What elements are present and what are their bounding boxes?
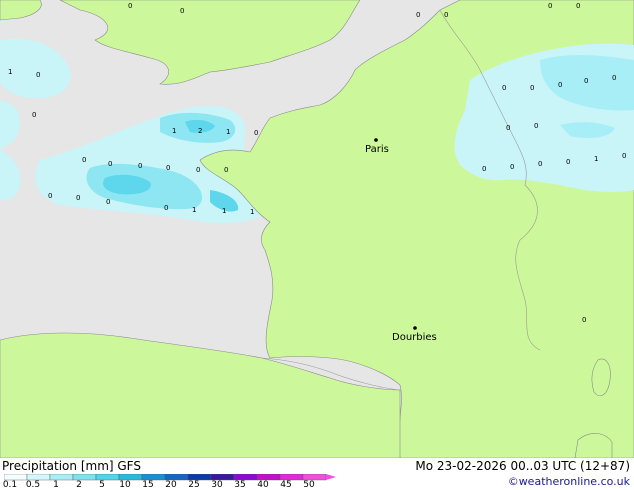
precip-label: 0: [82, 156, 86, 164]
precip-label: 2: [198, 127, 202, 135]
precip-label: 0: [506, 124, 510, 132]
precip-label: 0: [510, 163, 514, 171]
precip-label: 0: [32, 111, 36, 119]
precip-label: 0: [164, 204, 168, 212]
precip-label: 1: [222, 207, 226, 215]
legend-title: Precipitation [mm] GFS: [2, 459, 141, 473]
precip-label: 0: [108, 160, 112, 168]
precip-label: 0: [224, 166, 228, 174]
legend-tick-label: 50: [303, 480, 315, 490]
precip-label: 0: [582, 316, 586, 324]
precip-label: 0: [254, 129, 258, 137]
precip-label: 0: [584, 77, 588, 85]
precip-label: 1: [226, 128, 230, 136]
precip-label: 0: [106, 198, 110, 206]
precip-label: 0: [48, 192, 52, 200]
precip-label: 0: [416, 11, 420, 19]
precip-label: 1: [172, 127, 176, 135]
precip-label: 0: [128, 2, 132, 10]
legend-tick-label: 0.1: [2, 480, 18, 490]
precip-label: 0: [166, 164, 170, 172]
precip-label: 0: [534, 122, 538, 130]
legend-tick-label: 10: [119, 480, 131, 490]
precip-label: 0: [548, 2, 552, 10]
legend-ticks: 0.1 0.5 1 2 5 10 15 20 25 30 35 40 45 50: [0, 480, 340, 490]
legend-tick-label: 15: [142, 480, 154, 490]
city-dot-paris: [374, 138, 378, 142]
precip-label: 0: [576, 2, 580, 10]
precipitation-map: 1 2 1 0 0 0 0 0 0 0 0 1 1 1 0 0 0 0 0 0 …: [0, 0, 634, 458]
precip-label: 0: [558, 81, 562, 89]
legend-tick-label: 35: [234, 480, 246, 490]
city-label-paris: Paris: [365, 144, 389, 155]
precip-label: 0: [502, 84, 506, 92]
precip-label: 0: [482, 165, 486, 173]
city-label-dourbies: Dourbies: [392, 332, 437, 343]
precip-label: 0: [612, 74, 616, 82]
legend-tick-label: 1: [53, 480, 59, 490]
precip-label: 0: [36, 71, 40, 79]
precip-label: 0: [196, 166, 200, 174]
precip-label: 0: [180, 7, 184, 15]
legend-tick-label: 40: [257, 480, 269, 490]
legend-tick-label: 30: [211, 480, 223, 490]
precip-label: 0: [76, 194, 80, 202]
precip-label: 1: [8, 68, 12, 76]
precip-label: 1: [594, 155, 598, 163]
precip-label: 1: [250, 208, 254, 216]
precip-label: 0: [530, 84, 534, 92]
precip-label: 0: [444, 11, 448, 19]
legend-tick-label: 45: [280, 480, 292, 490]
legend-tick-label: 20: [165, 480, 177, 490]
city-dot-dourbies: [413, 326, 417, 330]
precip-label: 0: [538, 160, 542, 168]
legend-tick-label: 0.5: [25, 480, 41, 490]
legend-tick-label: 25: [188, 480, 200, 490]
credit-link[interactable]: ©weatheronline.co.uk: [508, 475, 630, 488]
forecast-date: Mo 23-02-2026 00..03 UTC (12+87): [415, 459, 630, 473]
precip-label: 1: [192, 206, 196, 214]
precip-label: 0: [566, 158, 570, 166]
precip-label: 0: [138, 162, 142, 170]
precip-label: 0: [622, 152, 626, 160]
legend-tick-label: 2: [76, 480, 82, 490]
legend-tick-label: 5: [99, 480, 105, 490]
